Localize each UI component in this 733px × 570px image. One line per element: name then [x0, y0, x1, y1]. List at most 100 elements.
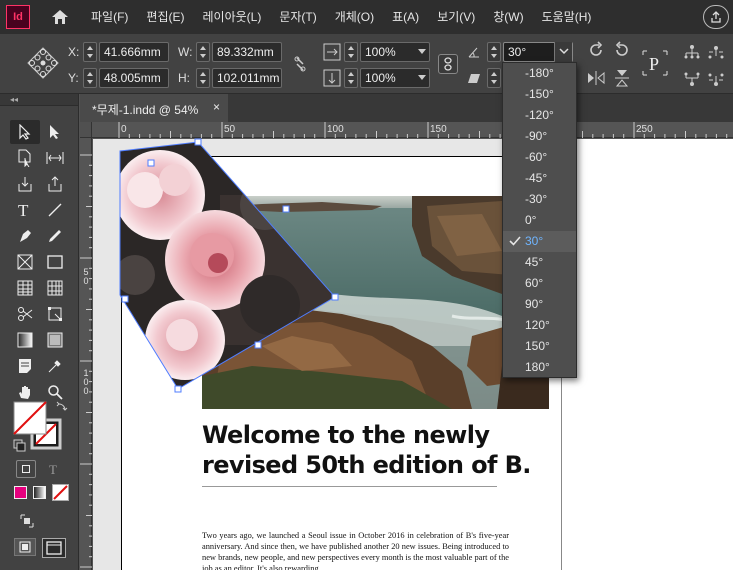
menu-edit[interactable]: 편집(E): [137, 0, 193, 34]
fill-stroke-swatch[interactable]: [12, 400, 70, 460]
menu-type[interactable]: 문자(T): [270, 0, 325, 34]
gap-tool-icon[interactable]: [40, 146, 70, 170]
close-icon[interactable]: ×: [213, 100, 220, 114]
pencil-tool-icon[interactable]: [40, 224, 70, 248]
rotation-option[interactable]: -120°: [503, 105, 576, 126]
apply-gradient-icon[interactable]: [33, 486, 46, 499]
note-tool-icon[interactable]: [10, 354, 40, 378]
menu-view[interactable]: 보기(V): [428, 0, 484, 34]
menu-layout[interactable]: 레이아웃(L): [193, 0, 270, 34]
shear-stepper[interactable]: [487, 68, 501, 88]
x-stepper[interactable]: [83, 42, 97, 62]
rotation-option[interactable]: -150°: [503, 84, 576, 105]
menu-table[interactable]: 표(A): [383, 0, 428, 34]
page-tool-icon[interactable]: [10, 146, 40, 170]
h-stepper[interactable]: [196, 68, 210, 88]
reference-point-icon[interactable]: [26, 46, 60, 80]
rotation-option[interactable]: -180°: [503, 63, 576, 84]
constrain-proportions-icon[interactable]: [290, 54, 310, 74]
screen-mode-icon[interactable]: [18, 512, 36, 530]
rectangle-tool-icon[interactable]: [40, 250, 70, 274]
rotated-image-frame[interactable]: [100, 135, 360, 405]
gradient-feather-tool-icon[interactable]: [40, 328, 70, 352]
home-icon[interactable]: [48, 5, 72, 29]
chevron-down-icon[interactable]: [418, 75, 426, 80]
h-field[interactable]: 102.011mm: [212, 68, 282, 88]
menu-help[interactable]: 도움말(H): [533, 0, 601, 34]
rotation-option[interactable]: 90°: [503, 294, 576, 315]
rotation-option[interactable]: -60°: [503, 147, 576, 168]
horizontal-grid-tool-icon[interactable]: [10, 276, 40, 300]
menu-object[interactable]: 개체(O): [326, 0, 383, 34]
rotation-option[interactable]: 60°: [503, 273, 576, 294]
vertical-ruler[interactable]: 5 0 1 0 0: [80, 138, 92, 570]
pen-tool-icon[interactable]: [10, 224, 40, 248]
scale-y-stepper[interactable]: [344, 68, 358, 88]
rotation-option[interactable]: 180°: [503, 357, 576, 378]
scale-x-stepper[interactable]: [344, 42, 358, 62]
rotation-option[interactable]: -45°: [503, 168, 576, 189]
rotation-option[interactable]: -90°: [503, 126, 576, 147]
frame-handle[interactable]: [254, 341, 262, 349]
free-transform-tool-icon[interactable]: [40, 302, 70, 326]
share-icon[interactable]: [703, 5, 729, 29]
flip-vertical-icon[interactable]: [612, 68, 632, 88]
eyedropper-tool-icon[interactable]: [40, 354, 70, 378]
rotation-option-selected[interactable]: 30°: [503, 231, 576, 252]
line-tool-icon[interactable]: [40, 198, 70, 222]
content-collector-tool-icon[interactable]: [10, 172, 40, 196]
rotation-dropdown-button[interactable]: [554, 42, 572, 62]
direct-selection-tool-icon[interactable]: [40, 120, 70, 144]
headline-text[interactable]: Welcome to the newly revised 50th editio…: [202, 420, 547, 480]
rotation-option[interactable]: 45°: [503, 252, 576, 273]
rotation-option[interactable]: 150°: [503, 336, 576, 357]
formatting-container-icon[interactable]: [16, 460, 36, 478]
frame-handle[interactable]: [331, 293, 339, 301]
vertical-grid-tool-icon[interactable]: [40, 276, 70, 300]
y-field[interactable]: 48.005mm: [99, 68, 169, 88]
rotation-option[interactable]: 0°: [503, 210, 576, 231]
y-stepper[interactable]: [83, 68, 97, 88]
menu-window[interactable]: 창(W): [484, 0, 532, 34]
rotation-option[interactable]: -30°: [503, 189, 576, 210]
frame-handle[interactable]: [121, 295, 129, 303]
preview-mode-icon[interactable]: [42, 538, 66, 558]
rotate-clockwise-icon[interactable]: [586, 40, 606, 60]
document-page-spread[interactable]: [562, 139, 733, 570]
ruler-origin[interactable]: [80, 122, 92, 138]
select-next-object-icon[interactable]: [706, 42, 726, 62]
select-previous-object-icon[interactable]: [706, 70, 726, 90]
normal-view-icon[interactable]: [14, 538, 36, 556]
scale-y-field[interactable]: 100%: [360, 68, 430, 88]
constrain-scale-icon[interactable]: [438, 54, 458, 74]
rotation-option[interactable]: 120°: [503, 315, 576, 336]
frame-handle[interactable]: [174, 385, 182, 393]
frame-handle[interactable]: [194, 138, 202, 146]
scissors-tool-icon[interactable]: [10, 302, 40, 326]
document-tab[interactable]: *무제-1.indd @ 54% ×: [80, 94, 228, 122]
selection-tool-icon[interactable]: [10, 120, 40, 144]
formatting-text-icon[interactable]: T: [44, 460, 64, 478]
menu-file[interactable]: 파일(F): [82, 0, 137, 34]
rotation-stepper[interactable]: [487, 42, 501, 62]
apply-none-icon[interactable]: [52, 484, 69, 501]
rotate-counterclockwise-icon[interactable]: [612, 40, 632, 60]
gradient-swatch-tool-icon[interactable]: [10, 328, 40, 352]
w-field[interactable]: 89.332mm: [212, 42, 282, 62]
chevron-down-icon[interactable]: [418, 49, 426, 54]
apply-color-icon[interactable]: [14, 486, 27, 499]
select-container-icon[interactable]: [682, 42, 702, 62]
flip-horizontal-icon[interactable]: [586, 68, 606, 88]
tools-panel-collapse-icon[interactable]: ◂◂: [0, 94, 78, 106]
frame-handle[interactable]: [282, 205, 290, 213]
w-stepper[interactable]: [196, 42, 210, 62]
scale-x-field[interactable]: 100%: [360, 42, 430, 62]
select-content-icon[interactable]: [682, 70, 702, 90]
rotation-field[interactable]: 30°: [503, 42, 573, 62]
frame-handle[interactable]: [147, 159, 155, 167]
rectangle-frame-tool-icon[interactable]: [10, 250, 40, 274]
content-placer-tool-icon[interactable]: [40, 172, 70, 196]
type-tool-icon[interactable]: T: [10, 198, 40, 222]
x-field[interactable]: 41.666mm: [99, 42, 169, 62]
body-text-frame[interactable]: Two years ago, we launched a Seoul issue…: [202, 530, 509, 570]
